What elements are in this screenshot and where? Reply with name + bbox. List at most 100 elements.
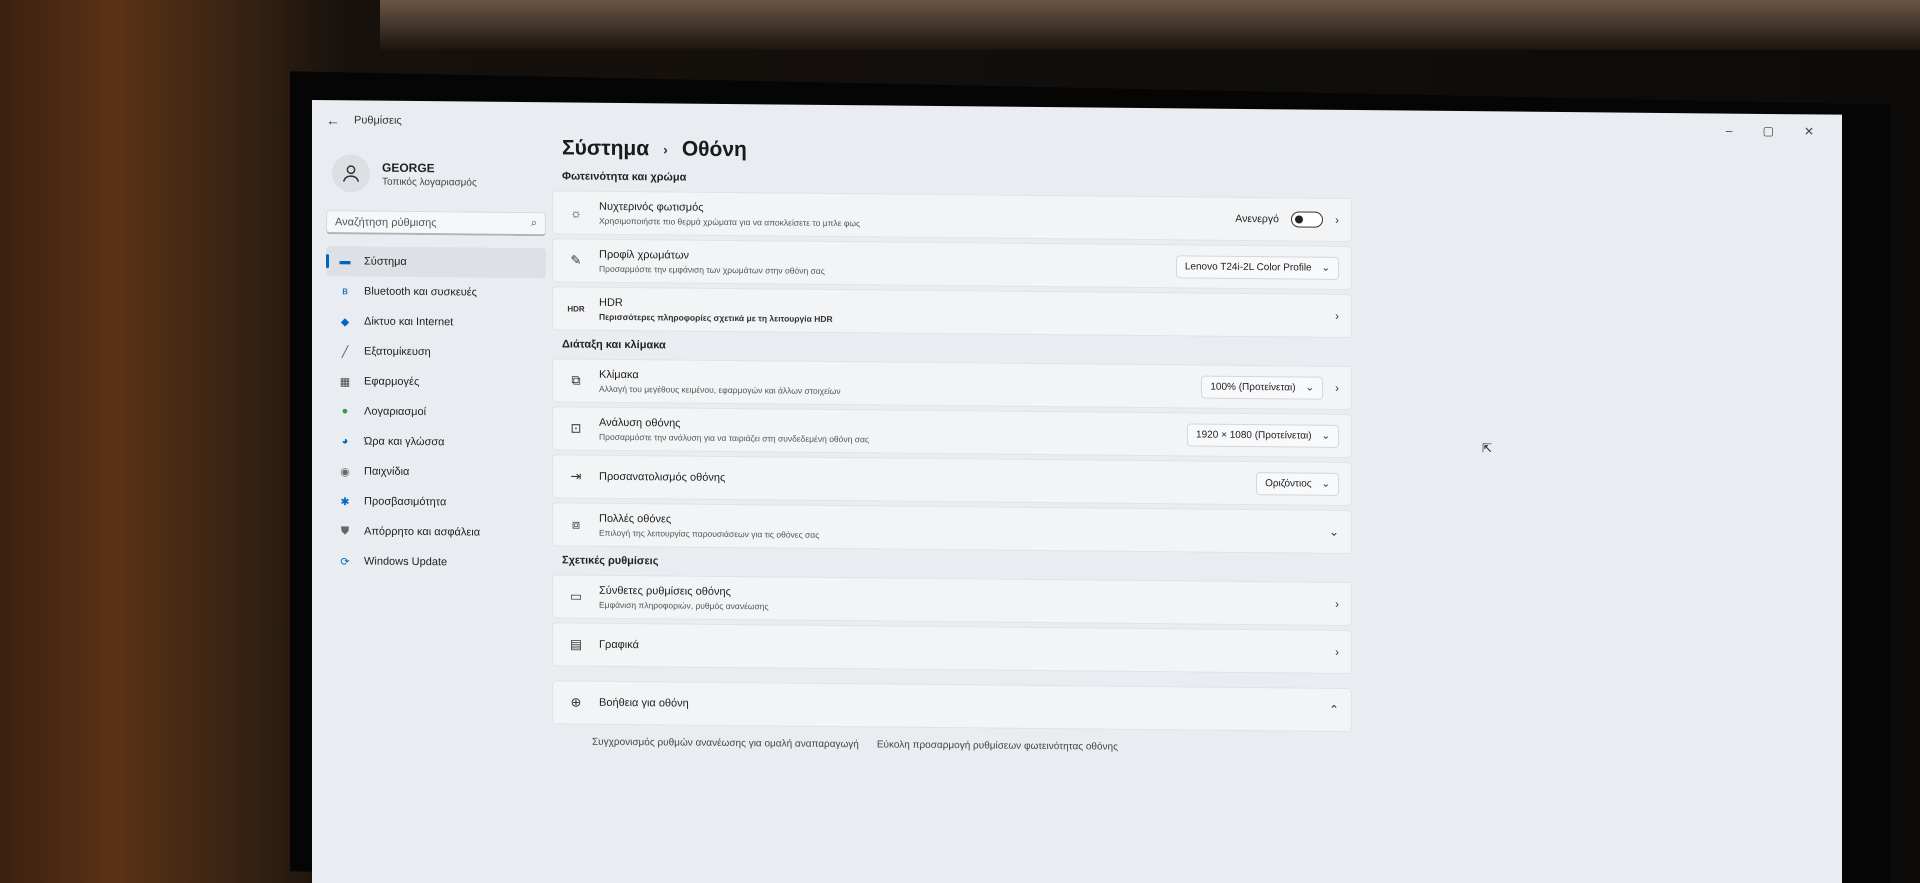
monitor-icon: ▭	[569, 588, 583, 604]
chevron-up-icon: ⌃	[1328, 702, 1339, 717]
resolution-dropdown[interactable]: 1920 × 1080 (Προτείνεται) ⌄	[1187, 422, 1339, 448]
chevron-right-icon: ›	[1335, 644, 1339, 659]
sidebar-item-accessibility[interactable]: ✱ Προσβασιμότητα	[326, 486, 546, 518]
section-title-layout: Διάταξη και κλίμακα	[562, 338, 666, 352]
main-content: Σύστημα › Οθόνη Φωτεινότητα και χρώμα ☼ …	[552, 136, 1352, 763]
sidebar-item-privacy[interactable]: ⛊ Απόρρητο και ασφάλεια	[326, 516, 546, 548]
sidebar-item-accounts[interactable]: ● Λογαριασμοί	[326, 396, 546, 428]
orientation-value: Οριζόντιος	[1265, 477, 1312, 490]
sidebar-item-personalization[interactable]: ╱ Εξατομίκευση	[326, 336, 546, 368]
orientation-dropdown[interactable]: Οριζόντιος ⌄	[1256, 471, 1339, 496]
chevron-right-icon[interactable]: ›	[1335, 381, 1339, 395]
chevron-down-icon: ⌄	[1321, 478, 1330, 490]
gamepad-icon: ◉	[340, 465, 350, 478]
section-title-brightness: Φωτεινότητα και χρώμα	[562, 170, 687, 184]
person-icon: ●	[341, 405, 349, 418]
breadcrumb-parent[interactable]: Σύστημα	[562, 136, 649, 161]
globe-clock-icon: ◕	[341, 435, 349, 448]
user-name: GEORGE	[382, 160, 435, 175]
graphics-icon: ▤	[569, 636, 583, 652]
resolution-icon: ⊡	[570, 420, 582, 436]
resolution-value: 1920 × 1080 (Προτείνεται)	[1196, 428, 1312, 442]
orientation-card: ⇥ Προσανατολισμός οθόνης Οριζόντιος ⌄	[552, 454, 1352, 506]
sidebar-item-network[interactable]: ◆ Δίκτυο και Internet	[326, 306, 546, 338]
update-icon: ⟳	[340, 555, 350, 568]
minimize-button[interactable]: –	[1726, 124, 1733, 138]
multiple-displays-card[interactable]: ⧈ Πολλές οθόνες Επιλογή της λειτουργίας …	[552, 502, 1352, 554]
help-links: Συγχρονισμός ρυθμών ανανέωσης για ομαλή …	[552, 728, 1352, 763]
avatar-icon	[332, 154, 370, 193]
night-light-toggle[interactable]	[1291, 211, 1323, 228]
sidebar-item-label: Παιχνίδια	[364, 465, 410, 478]
sidebar-item-label: Σύστημα	[364, 255, 407, 268]
orientation-title: Προσανατολισμός οθόνης	[599, 470, 726, 484]
globe-icon: ⊕	[570, 694, 582, 710]
sidebar-item-label: Bluetooth και συσκευές	[364, 285, 477, 299]
settings-window: ← Ρυθμίσεις – ▢ ✕ GEORGE Τοπικός λογαρια…	[312, 100, 1842, 883]
help-card[interactable]: ⊕ Βοήθεια για οθόνη ⌃	[552, 680, 1352, 732]
color-profile-dropdown[interactable]: Lenovo T24i-2L Color Profile ⌄	[1175, 254, 1339, 280]
night-light-status: Ανενεργό	[1235, 212, 1279, 226]
color-profile-card: ✎ Προφίλ χρωμάτων Προσαρμόστε την εμφάνι…	[552, 238, 1352, 290]
sidebar-item-label: Δίκτυο και Internet	[364, 315, 454, 329]
sidebar-item-label: Ώρα και γλώσσα	[364, 435, 445, 449]
sidebar-item-windows-update[interactable]: ⟳ Windows Update	[326, 546, 546, 578]
background-shelf	[380, 0, 1920, 50]
hdr-card[interactable]: HDR HDR Περισσότερες πληροφορίες σχετικά…	[552, 286, 1352, 338]
color-profile-value: Lenovo T24i-2L Color Profile	[1184, 260, 1312, 274]
scale-icon: ⧉	[571, 372, 581, 388]
chevron-down-icon: ⌄	[1328, 524, 1339, 539]
sidebar-item-apps[interactable]: ▦ Εφαρμογές	[326, 366, 546, 398]
shield-icon: ⛊	[340, 524, 350, 537]
advanced-display-card[interactable]: ▭ Σύνθετες ρυθμίσεις οθόνης Εμφάνιση πλη…	[552, 574, 1352, 626]
maximize-button[interactable]: ▢	[1763, 124, 1774, 138]
monitor-icon: ▬	[339, 255, 351, 268]
search-input[interactable]: Αναζήτηση ρύθμισης ⌕	[326, 210, 546, 237]
window-title: Ρυθμίσεις	[354, 114, 402, 127]
close-button[interactable]: ✕	[1804, 124, 1814, 138]
sidebar-item-system[interactable]: ▬ Σύστημα	[326, 246, 546, 279]
account-type: Τοπικός λογαριασμός	[382, 176, 477, 189]
sidebar-item-label: Προσβασιμότητα	[364, 495, 447, 509]
chevron-down-icon: ⌄	[1321, 430, 1330, 442]
wifi-icon: ◆	[340, 315, 350, 328]
search-icon: ⌕	[530, 217, 537, 230]
sidebar-item-bluetooth[interactable]: ʙ Bluetooth και συσκευές	[326, 276, 546, 308]
chevron-down-icon: ⌄	[1321, 262, 1330, 274]
sidebar-item-label: Λογαριασμοί	[364, 405, 427, 419]
window-controls: – ▢ ✕	[1726, 124, 1814, 139]
help-title: Βοήθεια για οθόνη	[599, 696, 689, 710]
multiple-displays-icon: ⧈	[571, 516, 581, 532]
chevron-right-icon: ›	[1335, 596, 1339, 611]
graphics-title: Γραφικά	[599, 638, 639, 652]
sidebar-item-label: Απόρρητο και ασφάλεια	[364, 525, 481, 539]
sidebar-item-time-language[interactable]: ◕ Ώρα και γλώσσα	[326, 426, 546, 458]
sidebar-item-label: Εφαρμογές	[364, 375, 420, 389]
resolution-card: ⊡ Ανάλυση οθόνης Προσαρμόστε την ανάλυση…	[552, 406, 1352, 458]
bluetooth-icon: ʙ	[342, 285, 348, 298]
night-light-card[interactable]: ☼ Νυχτερινός φωτισμός Χρησιμοποιήστε πιο…	[552, 190, 1352, 242]
mouse-cursor-icon: ⇱	[1482, 441, 1493, 456]
resolution-desc: Προσαρμόστε την ανάλυση για να ταιριάζει…	[599, 431, 869, 444]
help-link[interactable]: Συγχρονισμός ρυθμών ανανέωσης για ομαλή …	[592, 737, 859, 751]
help-link[interactable]: Εύκολη προσαρμογή ρυθμίσεων φωτεινότητας…	[877, 739, 1118, 752]
back-arrow-icon[interactable]: ←	[326, 112, 340, 128]
scale-value: 100% (Προτείνεται)	[1210, 381, 1296, 393]
accessibility-icon: ✱	[340, 495, 350, 508]
scale-dropdown[interactable]: 100% (Προτείνεται) ⌄	[1201, 375, 1323, 400]
user-profile[interactable]: GEORGE Τοπικός λογαριασμός	[326, 150, 546, 208]
night-light-desc: Χρησιμοποιήστε πιο θερμά χρώματα για να …	[599, 215, 861, 228]
breadcrumb-separator: ›	[663, 141, 668, 158]
scale-card[interactable]: ⧉ Κλίμακα Αλλαγή του μεγέθους κειμένου, …	[552, 358, 1352, 410]
chevron-right-icon[interactable]: ›	[1335, 213, 1339, 227]
section-title-related: Σχετικές ρυθμίσεις	[562, 554, 659, 568]
sidebar-item-label: Εξατομίκευση	[364, 345, 431, 359]
graphics-card[interactable]: ▤ Γραφικά ›	[552, 622, 1352, 674]
chevron-right-icon: ›	[1335, 308, 1339, 323]
color-pen-icon: ✎	[570, 252, 582, 268]
pen-icon: ╱	[341, 345, 349, 358]
sidebar-item-gaming[interactable]: ◉ Παιχνίδια	[326, 456, 546, 488]
chevron-down-icon: ⌄	[1305, 382, 1314, 394]
sun-icon: ☼	[570, 204, 582, 221]
hdr-icon: HDR	[567, 303, 585, 314]
